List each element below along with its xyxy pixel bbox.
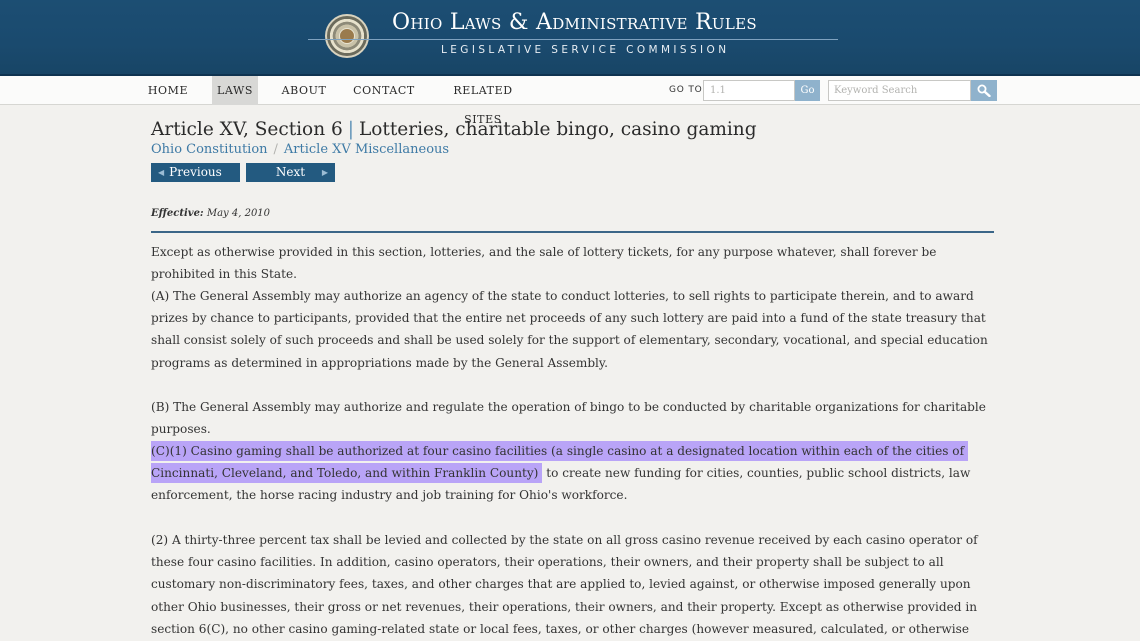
nav-home[interactable]: HOME [140,76,196,105]
nav-contact[interactable]: CONTACT [350,76,418,105]
effective-value: May 4, 2010 [206,208,271,219]
paragraph-b: (B) The General Assembly may authorize a… [151,400,986,437]
search-button[interactable] [971,80,997,101]
section-name: Lotteries, charitable bingo, casino gami… [359,119,757,140]
arrow-right-icon: ▶ [321,168,328,177]
goto-placeholder: 1.1 [710,85,726,96]
go-button[interactable]: Go [795,80,820,101]
title-separator: | [347,119,354,140]
site-subtitle: LEGISLATIVE SERVICE COMMISSION [441,44,730,56]
arrow-left-icon: ◀ [158,168,165,177]
section-number: Article XV, Section 6 [151,119,343,140]
breadcrumb: Ohio Constitution / Article XV Miscellaneo… [151,142,449,157]
paragraph-intro: Except as otherwise provided in this sec… [151,245,937,282]
goto-input[interactable]: 1.1 [703,80,795,101]
breadcrumb-article-xv[interactable]: Article XV Miscellaneous [284,142,449,157]
ohio-seal-logo[interactable] [325,14,369,58]
nav-about[interactable]: ABOUT [276,76,332,105]
breadcrumb-separator: / [273,142,278,157]
content-divider [151,231,994,233]
search-icon [977,84,991,97]
next-button[interactable]: Next ▶ [246,163,335,182]
goto-label: GO TO [669,85,703,95]
previous-label: Previous [169,165,222,179]
site-title[interactable]: Ohio Laws & Administrative Rules [392,10,792,35]
page-title: Article XV, Section 6 | Lotteries, charita… [151,119,757,140]
nav-laws[interactable]: LAWS [212,76,258,105]
previous-button[interactable]: ◀ Previous [151,163,240,182]
seal-center-icon [339,28,355,44]
site-header: Ohio Laws & Administrative Rules LEGISLA… [0,0,1140,76]
paragraph-c1: (C)(1) Casino gaming shall be authorized… [151,440,996,507]
next-label: Next [275,165,306,179]
paragraph-c2: (2) A thirty-three percent tax shall be … [151,533,978,636]
effective-date: Effective: May 4, 2010 [151,208,270,219]
nav-related-sites[interactable]: RELATED SITES [436,76,530,126]
header-divider [308,39,838,40]
breadcrumb-ohio-constitution[interactable]: Ohio Constitution [151,142,268,157]
keyword-search-input[interactable]: Keyword Search [828,80,971,101]
effective-label: Effective: [151,208,204,219]
keyword-placeholder: Keyword Search [834,85,918,96]
paragraph-a: (A) The General Assembly may authorize a… [151,289,988,370]
main-nav: HOME LAWS ABOUT CONTACT RELATED SITES GO… [0,76,1140,126]
